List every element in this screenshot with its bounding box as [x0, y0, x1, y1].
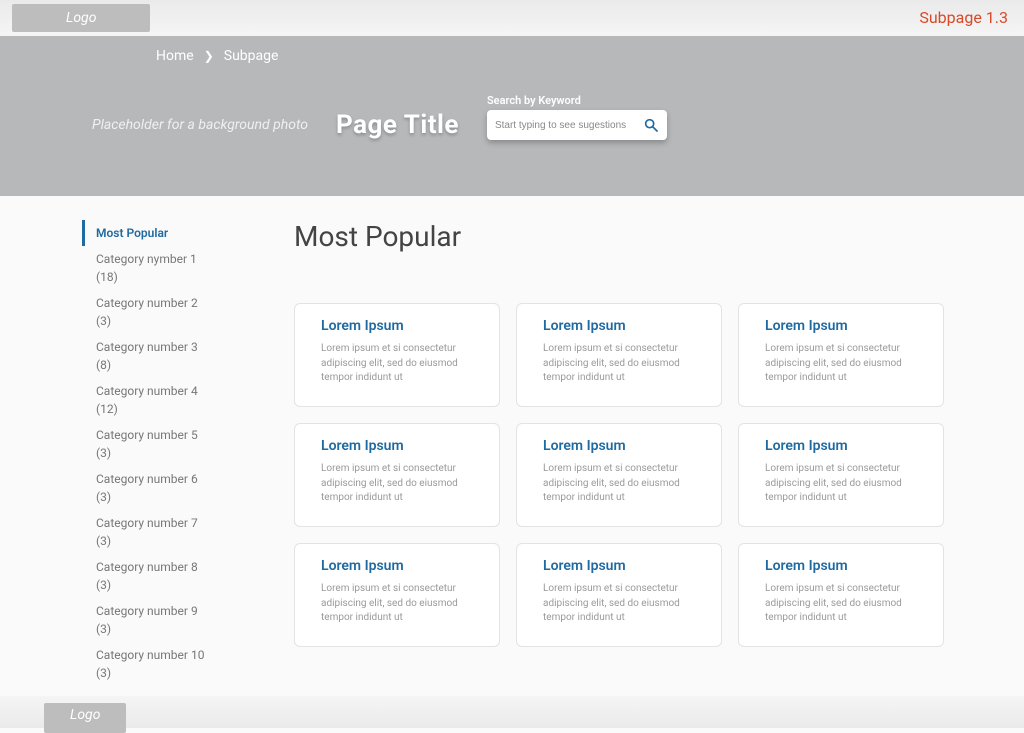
sidebar-item-6[interactable]: Category number 6 (3) — [82, 466, 210, 510]
card-body: Lorem ipsum et si consectetur adipiscing… — [765, 582, 925, 626]
sidebar-item-4[interactable]: Category number 4 (12) — [82, 378, 210, 422]
sidebar-item-5[interactable]: Category number 5 (3) — [82, 422, 210, 466]
logo-bottom[interactable]: Logo — [44, 703, 126, 733]
search-label: Search by Keyword — [487, 94, 667, 107]
card-1[interactable]: Lorem Ipsum Lorem ipsum et si consectetur… — [516, 303, 722, 407]
main: Most PopularCategory nymber 1 (18)Catego… — [0, 196, 1024, 686]
hero-banner: Home ❯ Subpage Placeholder for a backgro… — [0, 36, 1024, 196]
search-box[interactable] — [487, 110, 667, 140]
breadcrumb-item-home[interactable]: Home — [156, 48, 194, 64]
sidebar-item-9[interactable]: Category number 9 (3) — [82, 598, 210, 642]
subpage-version-label: Subpage 1.3 — [919, 8, 1008, 27]
card-title: Lorem Ipsum — [543, 438, 703, 454]
card-body: Lorem ipsum et si consectetur adipiscing… — [321, 582, 481, 626]
card-body: Lorem ipsum et si consectetur adipiscing… — [543, 582, 703, 626]
content: Most Popular Lorem Ipsum Lorem ipsum et s… — [220, 220, 1024, 686]
card-3[interactable]: Lorem Ipsum Lorem ipsum et si consectetur… — [294, 423, 500, 527]
page-title: Page Title — [336, 110, 459, 140]
card-title: Lorem Ipsum — [321, 558, 481, 574]
sidebar-item-2[interactable]: Category number 2 (3) — [82, 290, 210, 334]
card-title: Lorem Ipsum — [543, 558, 703, 574]
card-2[interactable]: Lorem Ipsum Lorem ipsum et si consectetur… — [738, 303, 944, 407]
sidebar-item-10[interactable]: Category number 10 (3) — [82, 642, 210, 686]
chevron-right-icon: ❯ — [204, 49, 214, 63]
sidebar-item-7[interactable]: Category number 7 (3) — [82, 510, 210, 554]
card-body: Lorem ipsum et si consectetur adipiscing… — [543, 462, 703, 506]
cards-grid: Lorem Ipsum Lorem ipsum et si consectetur… — [294, 303, 944, 647]
search-group: Search by Keyword — [487, 94, 667, 140]
logo-top[interactable]: Logo — [12, 4, 150, 32]
card-4[interactable]: Lorem Ipsum Lorem ipsum et si consectetur… — [516, 423, 722, 527]
card-body: Lorem ipsum et si consectetur adipiscing… — [543, 342, 703, 386]
card-title: Lorem Ipsum — [765, 558, 925, 574]
card-8[interactable]: Lorem Ipsum Lorem ipsum et si consectetur… — [738, 543, 944, 647]
topbar: Logo Subpage 1.3 — [0, 0, 1024, 36]
sidebar: Most PopularCategory nymber 1 (18)Catego… — [0, 220, 220, 686]
section-title: Most Popular — [294, 220, 944, 253]
card-title: Lorem Ipsum — [321, 318, 481, 334]
card-7[interactable]: Lorem Ipsum Lorem ipsum et si consectetur… — [516, 543, 722, 647]
card-5[interactable]: Lorem Ipsum Lorem ipsum et si consectetur… — [738, 423, 944, 527]
card-body: Lorem ipsum et si consectetur adipiscing… — [321, 342, 481, 386]
card-title: Lorem Ipsum — [321, 438, 481, 454]
card-body: Lorem ipsum et si consectetur adipiscing… — [765, 342, 925, 386]
sidebar-item-0[interactable]: Most Popular — [82, 220, 210, 246]
card-0[interactable]: Lorem Ipsum Lorem ipsum et si consectetur… — [294, 303, 500, 407]
card-title: Lorem Ipsum — [765, 318, 925, 334]
bottombar: Logo — [0, 696, 1024, 728]
sidebar-item-1[interactable]: Category nymber 1 (18) — [82, 246, 210, 290]
card-body: Lorem ipsum et si consectetur adipiscing… — [765, 462, 925, 506]
search-input[interactable] — [495, 120, 643, 131]
breadcrumb: Home ❯ Subpage — [92, 46, 932, 64]
card-title: Lorem Ipsum — [543, 318, 703, 334]
card-6[interactable]: Lorem Ipsum Lorem ipsum et si consectetur… — [294, 543, 500, 647]
breadcrumb-item-subpage[interactable]: Subpage — [224, 48, 279, 64]
background-photo-placeholder: Placeholder for a background photo — [92, 117, 308, 133]
sidebar-item-3[interactable]: Category number 3 (8) — [82, 334, 210, 378]
sidebar-item-8[interactable]: Category number 8 (3) — [82, 554, 210, 598]
card-body: Lorem ipsum et si consectetur adipiscing… — [321, 462, 481, 506]
search-icon[interactable] — [643, 117, 659, 133]
card-title: Lorem Ipsum — [765, 438, 925, 454]
